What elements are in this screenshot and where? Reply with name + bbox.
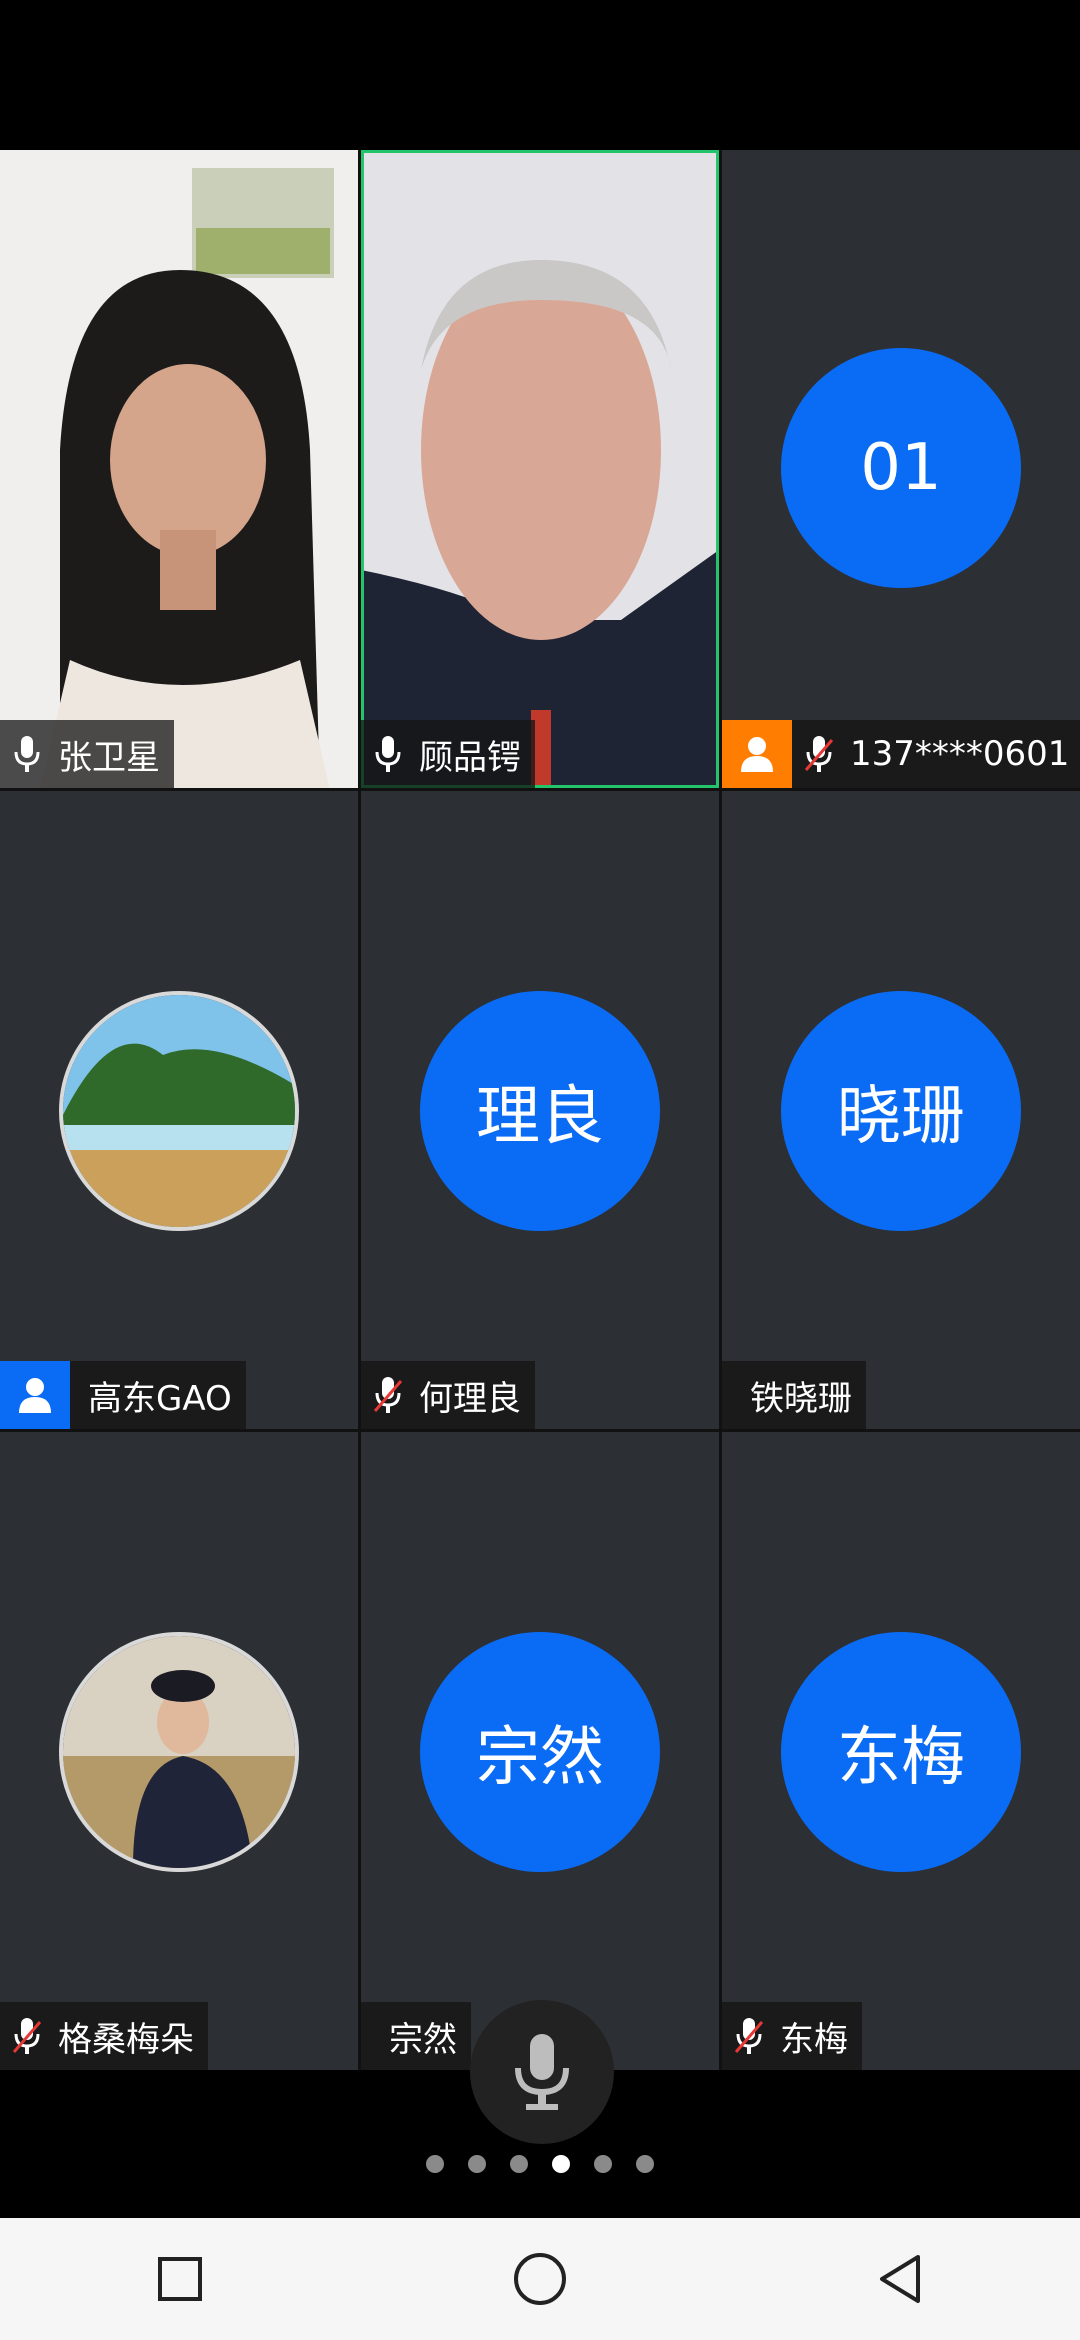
- name-bar: 137****0601: [722, 720, 1080, 788]
- circle-icon: [514, 2253, 566, 2305]
- home-button[interactable]: [490, 2229, 590, 2329]
- avatar-photo: [59, 1632, 299, 1872]
- back-button[interactable]: [850, 2229, 950, 2329]
- status-bar: [0, 0, 1080, 150]
- participant-tile-7[interactable]: 格桑梅朵: [0, 1432, 358, 2070]
- name-bar: 何理良: [361, 1361, 535, 1429]
- name-bar: 格桑梅朵: [0, 2002, 208, 2070]
- microphone-icon: [361, 720, 415, 788]
- page-indicator[interactable]: [0, 2155, 1080, 2173]
- video-grid: 张卫星 顾品锷 01 137****0601 高东GAO 理良 何理良 晓珊 铁…: [0, 150, 1080, 2070]
- avatar-initials: 宗然: [420, 1632, 660, 1872]
- participant-tile-4[interactable]: 高东GAO: [0, 791, 358, 1429]
- recents-button[interactable]: [130, 2229, 230, 2329]
- participant-tile-5[interactable]: 理良 何理良: [361, 791, 719, 1429]
- name-bar: 铁晓珊: [722, 1361, 866, 1429]
- participant-name: 铁晓珊: [750, 1378, 852, 1419]
- page-dot-6[interactable]: [636, 2155, 654, 2173]
- system-nav-bar: [0, 2218, 1080, 2340]
- avatar-initials: 东梅: [781, 1632, 1021, 1872]
- participant-name: 宗然: [389, 2019, 457, 2060]
- avatar-initials: 晓珊: [781, 991, 1021, 1231]
- participant-name: 格桑梅朵: [58, 2019, 194, 2060]
- participant-tile-2[interactable]: 顾品锷: [361, 150, 719, 788]
- name-bar: 顾品锷: [361, 720, 535, 788]
- participant-video: [0, 150, 358, 788]
- avatar-initials: 01: [781, 348, 1021, 588]
- name-bar: 东梅: [722, 2002, 862, 2070]
- name-bar: 张卫星: [0, 720, 174, 788]
- microphone-icon: [515, 2034, 569, 2110]
- participant-tile-6[interactable]: 晓珊 铁晓珊: [722, 791, 1080, 1429]
- page-dot-4-active[interactable]: [552, 2155, 570, 2173]
- page-dot-1[interactable]: [426, 2155, 444, 2173]
- participant-name: 高东GAO: [88, 1378, 232, 1419]
- person-icon: [0, 1361, 70, 1429]
- name-bar: 宗然: [361, 2002, 471, 2070]
- participant-name: 137****0601: [850, 734, 1070, 774]
- participant-name: 张卫星: [58, 737, 160, 778]
- mute-toggle-button[interactable]: [470, 2000, 614, 2144]
- person-icon: [722, 720, 792, 788]
- participant-tile-9[interactable]: 东梅 东梅: [722, 1432, 1080, 2070]
- participant-tile-3[interactable]: 01 137****0601: [722, 150, 1080, 788]
- square-icon: [158, 2257, 202, 2301]
- participant-tile-1[interactable]: 张卫星: [0, 150, 358, 788]
- name-bar: 高东GAO: [0, 1361, 246, 1429]
- microphone-icon: [0, 720, 54, 788]
- avatar-photo: [59, 991, 299, 1231]
- page-dot-2[interactable]: [468, 2155, 486, 2173]
- microphone-muted-icon: [361, 1361, 415, 1429]
- avatar-initials: 理良: [420, 991, 660, 1231]
- microphone-muted-icon: [792, 720, 846, 788]
- participant-name: 东梅: [780, 2019, 848, 2060]
- page-dot-5[interactable]: [594, 2155, 612, 2173]
- microphone-muted-icon: [722, 2002, 776, 2070]
- participant-tile-8[interactable]: 宗然 宗然: [361, 1432, 719, 2070]
- participant-name: 顾品锷: [419, 737, 521, 778]
- participant-name: 何理良: [419, 1378, 521, 1419]
- page-dot-3[interactable]: [510, 2155, 528, 2173]
- participant-video: [361, 150, 719, 788]
- microphone-muted-icon: [0, 2002, 54, 2070]
- triangle-back-icon: [880, 2255, 920, 2303]
